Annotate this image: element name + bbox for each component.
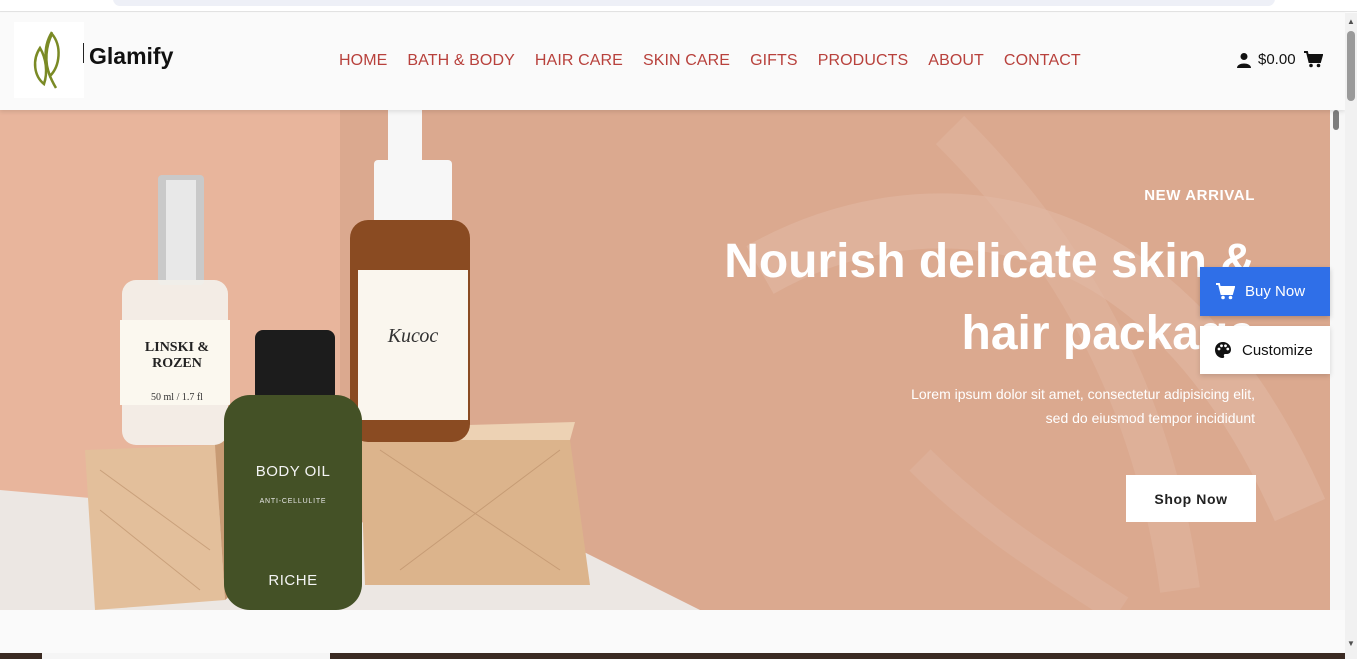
nav-bath-body[interactable]: BATH & BODY bbox=[407, 52, 515, 70]
body-oil-brand: RICHE bbox=[268, 572, 318, 589]
nav-contact[interactable]: CONTACT bbox=[1004, 52, 1081, 70]
scroll-down-arrow-icon[interactable]: ▼ bbox=[1347, 639, 1355, 648]
leaf-logo-icon bbox=[33, 31, 60, 89]
customize-label: Customize bbox=[1242, 341, 1313, 359]
cart-area: $0.00 bbox=[1236, 51, 1323, 68]
hero-description: Lorem ipsum dolor sit amet, consectetur … bbox=[795, 382, 1255, 430]
body-oil-subtitle: ANTI-CELLULITE bbox=[259, 498, 327, 505]
address-bar[interactable] bbox=[113, 0, 1275, 6]
customize-button[interactable]: Customize bbox=[1200, 326, 1330, 374]
buy-now-label: Buy Now bbox=[1245, 283, 1306, 300]
nav-skin-care[interactable]: SKIN CARE bbox=[643, 52, 730, 70]
site-header: Glamify HOME BATH & BODY HAIR CARE SKIN … bbox=[0, 13, 1345, 110]
hero-eyebrow: NEW ARRIVAL bbox=[1144, 187, 1255, 204]
logo-divider bbox=[83, 43, 84, 63]
nav-about[interactable]: ABOUT bbox=[928, 52, 984, 70]
page-scrollbar[interactable]: ▲ ▼ bbox=[1345, 13, 1357, 659]
nav-hair-care[interactable]: HAIR CARE bbox=[535, 52, 623, 70]
serum-label: Кисос bbox=[387, 325, 439, 347]
main-nav: HOME BATH & BODY HAIR CARE SKIN CARE GIF… bbox=[339, 52, 1081, 70]
nav-home[interactable]: HOME bbox=[339, 52, 387, 70]
hero-description-line2: sed do eiusmod tempor incididunt bbox=[1045, 410, 1255, 426]
brand-name[interactable]: Glamify bbox=[89, 43, 173, 70]
hero-headline: Nourish delicate skin & hair package bbox=[615, 226, 1255, 370]
hero-headline-line2: hair package bbox=[961, 307, 1255, 360]
scroll-up-arrow-icon[interactable]: ▲ bbox=[1347, 17, 1355, 26]
palette-icon bbox=[1215, 342, 1231, 358]
hero-description-line1: Lorem ipsum dolor sit amet, consectetur … bbox=[911, 386, 1255, 402]
logo[interactable] bbox=[14, 22, 84, 98]
page-scroll-thumb[interactable] bbox=[1347, 31, 1355, 101]
nav-products[interactable]: PRODUCTS bbox=[818, 52, 909, 70]
perfume-label: LINSKI & ROZEN bbox=[144, 340, 210, 371]
browser-top-strip bbox=[0, 0, 1357, 12]
shop-now-button[interactable]: Shop Now bbox=[1126, 475, 1256, 522]
buy-now-button[interactable]: Buy Now bbox=[1200, 267, 1330, 316]
cart-icon bbox=[1216, 283, 1235, 300]
hero-headline-line1: Nourish delicate skin & bbox=[724, 235, 1255, 288]
body-oil-title: BODY OIL bbox=[255, 463, 331, 480]
cart-total[interactable]: $0.00 bbox=[1258, 51, 1296, 68]
perfume-size: 50 ml / 1.7 fl bbox=[151, 392, 203, 403]
cart-icon[interactable] bbox=[1303, 51, 1323, 68]
hero-banner: LINSKI & ROZEN 50 ml / 1.7 fl Кисос BODY… bbox=[0, 110, 1330, 610]
nav-gifts[interactable]: GIFTS bbox=[750, 52, 798, 70]
hero-scrollbar[interactable] bbox=[1330, 110, 1345, 610]
user-icon[interactable] bbox=[1236, 52, 1252, 68]
next-section-preview bbox=[0, 653, 1345, 659]
next-section-card bbox=[42, 653, 330, 659]
hero-scroll-thumb[interactable] bbox=[1333, 110, 1339, 130]
